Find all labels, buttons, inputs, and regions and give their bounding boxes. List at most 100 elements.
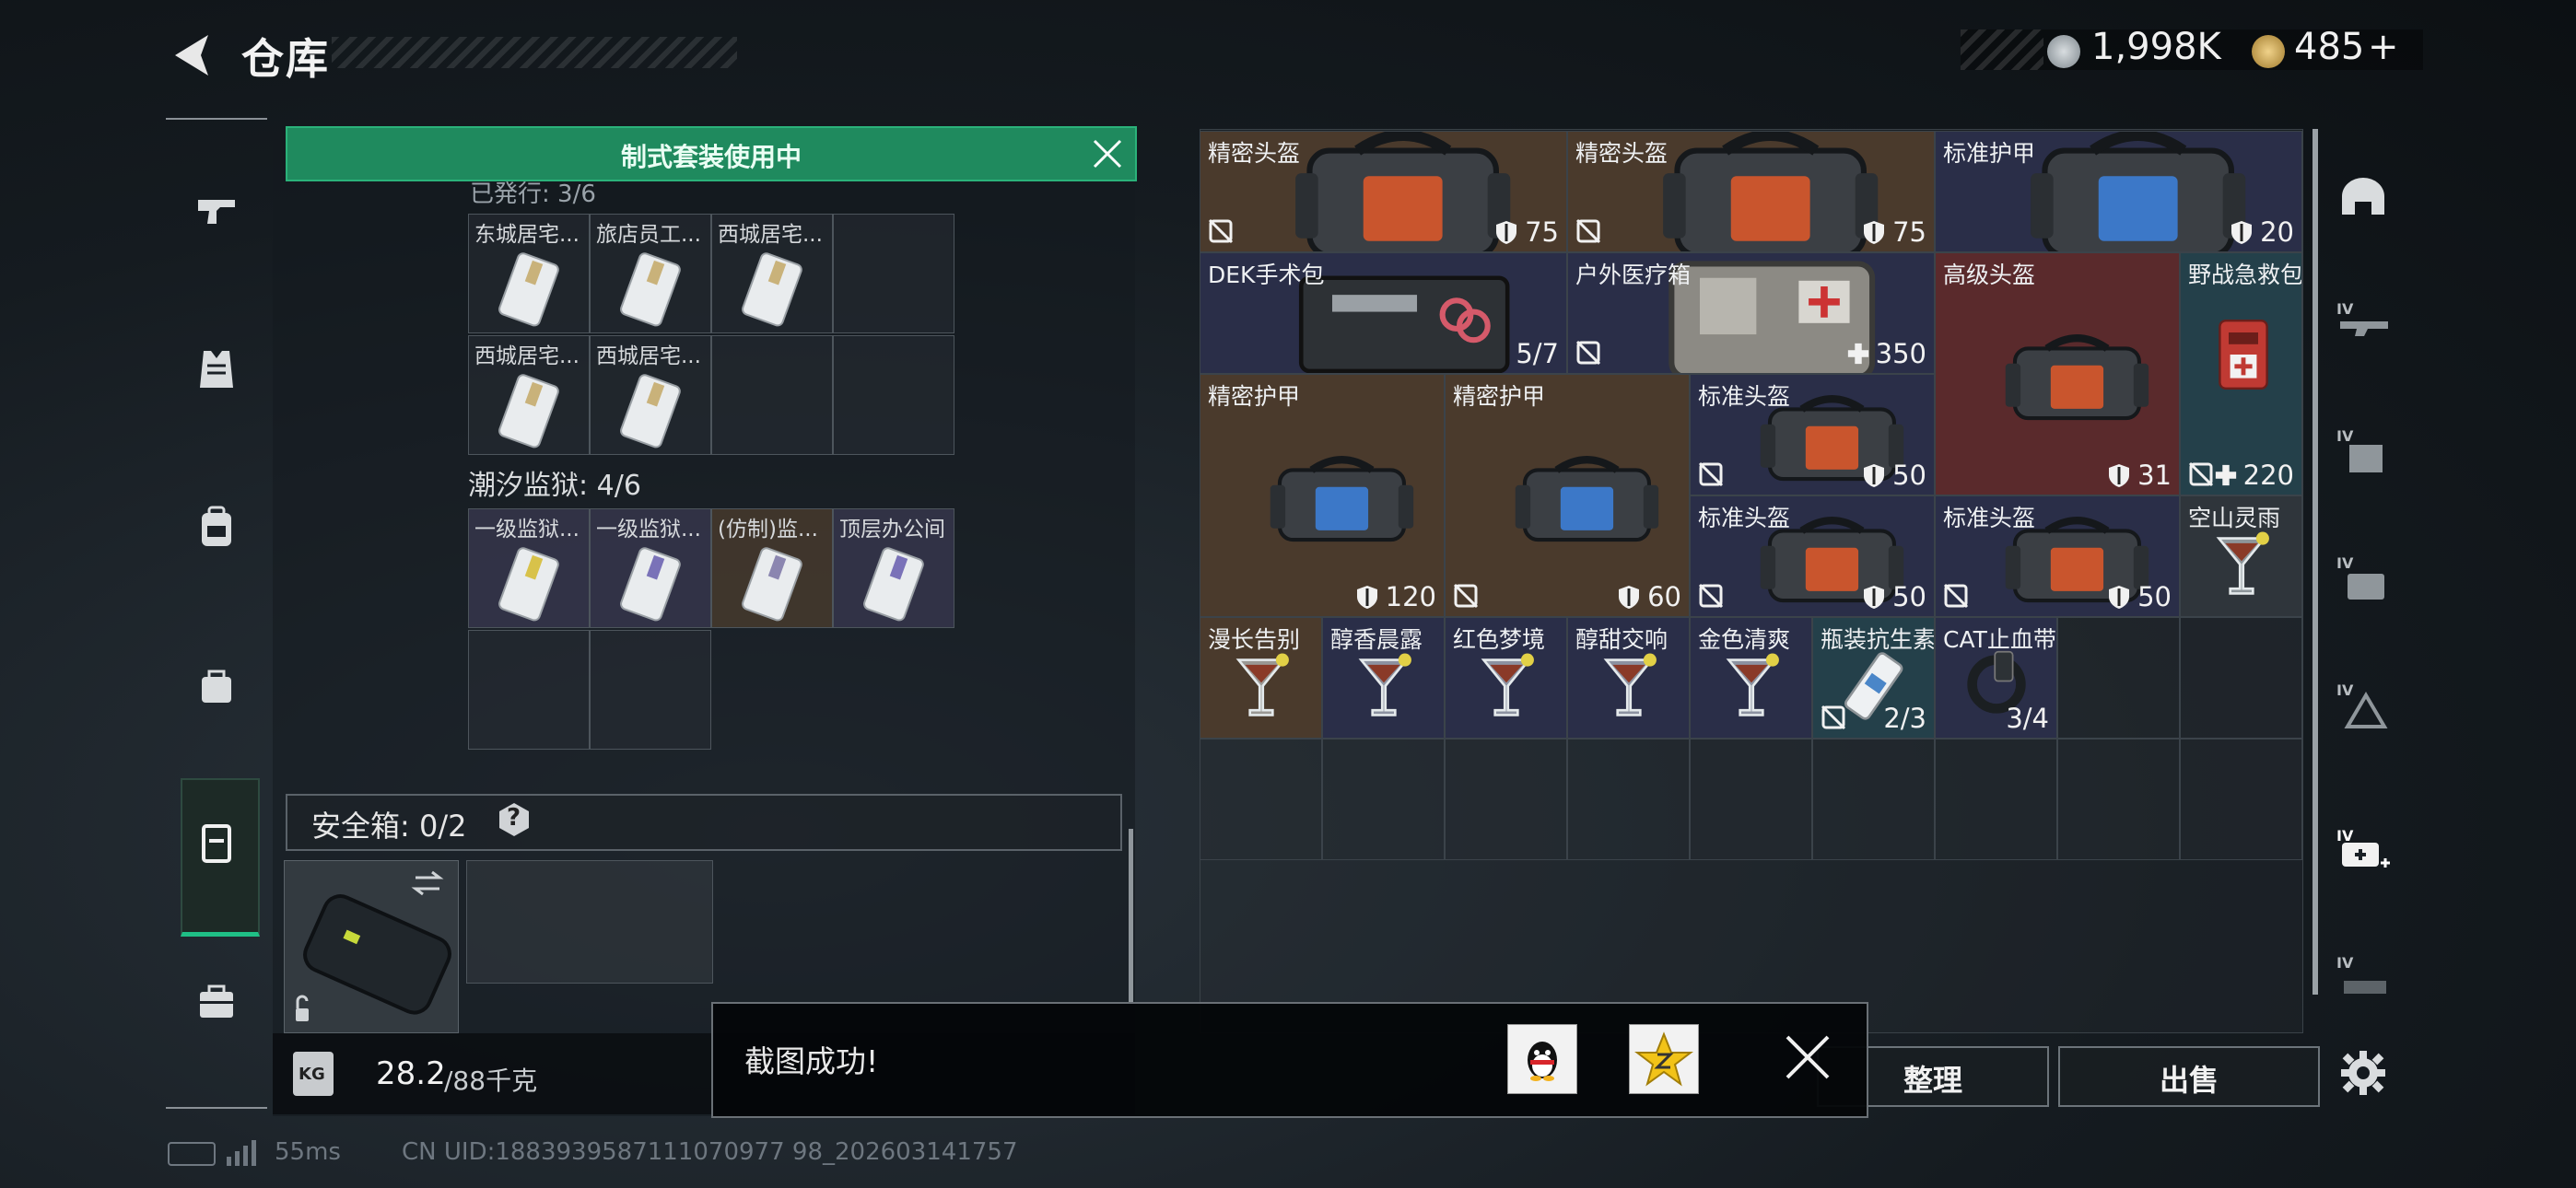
key-card-slot[interactable]: 一级监狱... <box>590 508 711 628</box>
rnav-tier-armor[interactable]: IV <box>2329 418 2397 486</box>
item-name: 标准头盔 <box>1943 505 2036 531</box>
safe-box-label: 安全箱: 0/2 <box>311 809 467 844</box>
bag-icon <box>202 670 231 703</box>
inventory-item[interactable]: 空山灵雨 <box>2180 495 2302 617</box>
rnav-tier-medical[interactable]: IV <box>2329 818 2397 886</box>
inventory-item[interactable]: 户外医疗箱 350 <box>1567 252 1935 374</box>
toast-close-button[interactable] <box>1782 1031 1833 1083</box>
inventory-item[interactable]: 瓶装抗生素 2/3 <box>1812 617 1935 739</box>
key-card-slot[interactable]: 西城居宅... <box>590 335 711 455</box>
swap-icon <box>411 870 444 896</box>
empty-inventory-slot[interactable] <box>2057 739 2180 860</box>
inventory-item[interactable]: 标准头盔 50 <box>1935 495 2180 617</box>
rnav-tier-bag[interactable]: IV <box>2329 545 2397 613</box>
inventory-item[interactable]: 标准头盔 50 <box>1690 495 1935 617</box>
inventory-item[interactable]: 精密护甲 120 <box>1200 374 1445 617</box>
item-value-row: 50 <box>1861 581 1926 612</box>
key-card-slot[interactable]: 西城居宅... <box>711 214 833 333</box>
heal-plus-icon <box>1847 343 1868 365</box>
share-qzone-button[interactable] <box>1629 1024 1699 1094</box>
inventory-item[interactable]: 标准头盔 50 <box>1690 374 1935 495</box>
currency-silver: 1,998K <box>2091 26 2221 68</box>
empty-inventory-slot[interactable] <box>1935 739 2057 860</box>
empty-inventory-slot[interactable] <box>1322 739 1445 860</box>
banner-close-button[interactable] <box>1089 135 1126 172</box>
nav-armor[interactable] <box>181 333 252 405</box>
help-button[interactable]: ? <box>496 801 533 838</box>
safe-box-slot-empty[interactable] <box>466 860 713 984</box>
item-value: 20 <box>2260 216 2294 248</box>
nav-weapons[interactable] <box>181 175 252 247</box>
inventory-item[interactable]: 醇香晨露 <box>1322 617 1445 739</box>
item-value-row: 220 <box>2214 460 2294 491</box>
silver-coin-icon <box>2047 35 2080 68</box>
item-name: 漫长告别 <box>1208 626 1301 653</box>
left-panel-scrollbar[interactable] <box>1129 829 1133 1004</box>
inventory-item[interactable]: DEK手术包 5/7 <box>1200 252 1567 374</box>
key-card-slot[interactable]: 旅店员工... <box>590 214 711 333</box>
empty-slot[interactable] <box>468 630 590 750</box>
inventory-item[interactable]: 金色清爽 <box>1690 617 1812 739</box>
shield-icon <box>2231 221 2253 244</box>
inventory-item[interactable]: 标准护甲 20 <box>1935 131 2302 252</box>
nav-safe-case[interactable] <box>181 807 252 879</box>
empty-inventory-slot[interactable] <box>1690 739 1812 860</box>
empty-inventory-slot[interactable] <box>2180 739 2302 860</box>
key-card-slot[interactable]: (仿制)监... <box>711 508 833 628</box>
nav-backpack[interactable] <box>181 492 252 564</box>
inventory-item[interactable]: 精密护甲 60 <box>1445 374 1690 617</box>
empty-inventory-slot[interactable] <box>2180 617 2302 739</box>
inventory-item[interactable]: 野战急救包 220 <box>2180 252 2302 495</box>
key-card-slot[interactable]: 东城居宅... <box>468 214 590 333</box>
empty-inventory-slot[interactable] <box>1445 739 1567 860</box>
empty-slot[interactable] <box>590 630 711 750</box>
inventory-item[interactable]: 高级头盔 31 <box>1935 252 2180 495</box>
inventory-item[interactable]: 漫长告别 <box>1200 617 1322 739</box>
weight-value: 28.2 <box>376 1055 446 1092</box>
item-value-row: 75 <box>1861 216 1926 248</box>
key-card-icon <box>742 252 802 327</box>
share-qq-button[interactable] <box>1507 1024 1577 1094</box>
inventory-item[interactable]: 精密头盔 75 <box>1200 131 1567 252</box>
empty-slot[interactable] <box>711 335 833 455</box>
item-value: 75 <box>1525 216 1559 248</box>
inventory-scrollbar[interactable] <box>2313 129 2318 995</box>
settings-button[interactable] <box>2329 1039 2397 1107</box>
rnav-tier-cleanup[interactable]: IV <box>2329 672 2397 740</box>
inventory-item[interactable]: 红色梦境 <box>1445 617 1567 739</box>
rnav-tier-rifle[interactable]: IV <box>2329 291 2397 359</box>
pistol-icon <box>198 200 235 224</box>
empty-slot[interactable] <box>833 214 954 333</box>
weight-badge: KG <box>299 1065 325 1084</box>
key-card-icon <box>498 374 559 448</box>
gear-icon <box>2341 1051 2385 1095</box>
inventory-item[interactable]: CAT止血带 3/4 <box>1935 617 2057 739</box>
no-drop-icon <box>1575 340 1601 366</box>
signal-icon <box>227 1138 260 1170</box>
empty-inventory-slot[interactable] <box>1567 739 1690 860</box>
empty-inventory-slot[interactable] <box>2057 617 2180 739</box>
add-currency-button[interactable]: + <box>2368 26 2399 68</box>
safe-box-slot[interactable] <box>284 860 459 1033</box>
item-value: 3/4 <box>2006 703 2049 734</box>
item-name: 瓶装抗生素 <box>1821 626 1935 653</box>
key-card-slot[interactable]: 西城居宅... <box>468 335 590 455</box>
shield-icon <box>2109 586 2130 609</box>
inventory-item[interactable]: 醇甜交响 <box>1567 617 1690 739</box>
back-button[interactable] <box>166 28 221 83</box>
rnav-tier-misc[interactable]: IV <box>2329 945 2397 1013</box>
item-value: 50 <box>2137 581 2172 612</box>
item-value-row: 60 <box>1616 581 1681 612</box>
empty-inventory-slot[interactable] <box>1812 739 1935 860</box>
empty-inventory-slot[interactable] <box>1200 739 1322 860</box>
nav-toolbox[interactable] <box>181 965 252 1037</box>
key-card-slot[interactable]: 顶层办公间 <box>833 508 954 628</box>
rnav-helmet[interactable] <box>2329 164 2397 232</box>
weight-unit: /88千克 <box>444 1066 538 1096</box>
empty-slot[interactable] <box>833 335 954 455</box>
key-card-name: (仿制)监... <box>718 518 818 542</box>
inventory-item[interactable]: 精密头盔 75 <box>1567 131 1935 252</box>
nav-bag[interactable] <box>181 650 252 722</box>
sell-button[interactable]: 出售 <box>2058 1046 2320 1107</box>
key-card-slot[interactable]: 一级监狱... <box>468 508 590 628</box>
